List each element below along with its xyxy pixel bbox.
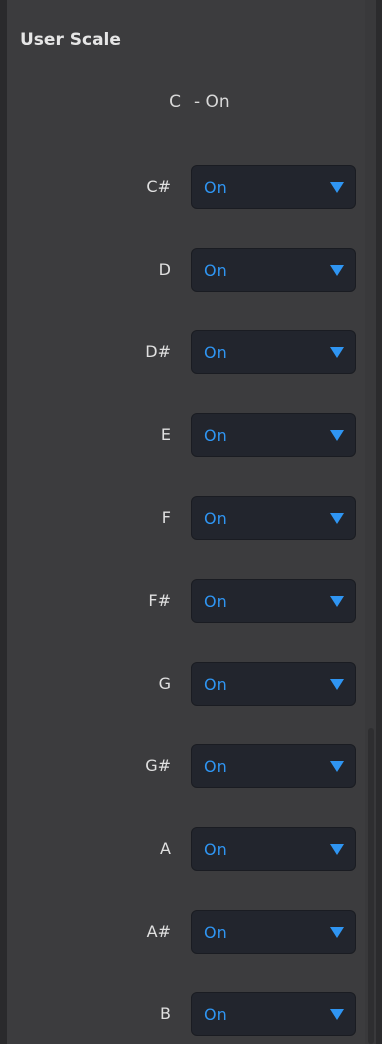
- select-value: On: [204, 923, 227, 942]
- scrollbar-thumb[interactable]: [368, 728, 374, 1044]
- root-note-state: - On: [194, 92, 230, 112]
- user-scale-panel: User Scale C - On C# On D On D# On E On …: [0, 0, 382, 1044]
- triangle-down-icon: [330, 265, 344, 276]
- note-row-c-sharp: C# On: [0, 165, 382, 209]
- note-row-f: F On: [0, 496, 382, 540]
- note-label: F#: [148, 591, 171, 610]
- note-row-a: A On: [0, 827, 382, 871]
- note-label: A: [160, 839, 171, 858]
- note-row-g: G On: [0, 662, 382, 706]
- note-select-e[interactable]: On: [191, 413, 356, 457]
- select-value: On: [204, 592, 227, 611]
- root-note-label: C: [169, 92, 181, 112]
- triangle-down-icon: [330, 182, 344, 193]
- note-select-c-sharp[interactable]: On: [191, 165, 356, 209]
- select-value: On: [204, 426, 227, 445]
- triangle-down-icon: [330, 1009, 344, 1020]
- right-edge: [376, 0, 382, 1044]
- note-select-d-sharp[interactable]: On: [191, 330, 356, 374]
- triangle-down-icon: [330, 347, 344, 358]
- select-value: On: [204, 509, 227, 528]
- note-select-a-sharp[interactable]: On: [191, 910, 356, 954]
- note-select-f[interactable]: On: [191, 496, 356, 540]
- select-value: On: [204, 757, 227, 776]
- note-row-g-sharp: G# On: [0, 744, 382, 788]
- triangle-down-icon: [330, 430, 344, 441]
- note-row-d-sharp: D# On: [0, 330, 382, 374]
- note-label: G: [158, 674, 171, 693]
- note-select-d[interactable]: On: [191, 248, 356, 292]
- note-label: F: [161, 508, 171, 527]
- note-row-b: B On: [0, 992, 382, 1036]
- note-select-a[interactable]: On: [191, 827, 356, 871]
- note-label: C#: [146, 177, 171, 196]
- select-value: On: [204, 261, 227, 280]
- panel-title: User Scale: [20, 30, 121, 50]
- triangle-down-icon: [330, 761, 344, 772]
- select-value: On: [204, 1005, 227, 1024]
- note-label: A#: [146, 922, 171, 941]
- note-select-f-sharp[interactable]: On: [191, 579, 356, 623]
- select-value: On: [204, 675, 227, 694]
- note-select-b[interactable]: On: [191, 992, 356, 1036]
- note-row-d: D On: [0, 248, 382, 292]
- root-note-row: C - On: [0, 92, 382, 120]
- triangle-down-icon: [330, 596, 344, 607]
- select-value: On: [204, 178, 227, 197]
- triangle-down-icon: [330, 513, 344, 524]
- note-label: B: [160, 1004, 171, 1023]
- note-row-a-sharp: A# On: [0, 910, 382, 954]
- note-label: D#: [145, 342, 171, 361]
- triangle-down-icon: [330, 844, 344, 855]
- note-row-f-sharp: F# On: [0, 579, 382, 623]
- triangle-down-icon: [330, 927, 344, 938]
- note-label: E: [160, 425, 171, 444]
- note-label: D: [158, 260, 171, 279]
- select-value: On: [204, 343, 227, 362]
- triangle-down-icon: [330, 679, 344, 690]
- note-row-e: E On: [0, 413, 382, 457]
- note-select-g-sharp[interactable]: On: [191, 744, 356, 788]
- note-label: G#: [145, 756, 171, 775]
- note-select-g[interactable]: On: [191, 662, 356, 706]
- select-value: On: [204, 840, 227, 859]
